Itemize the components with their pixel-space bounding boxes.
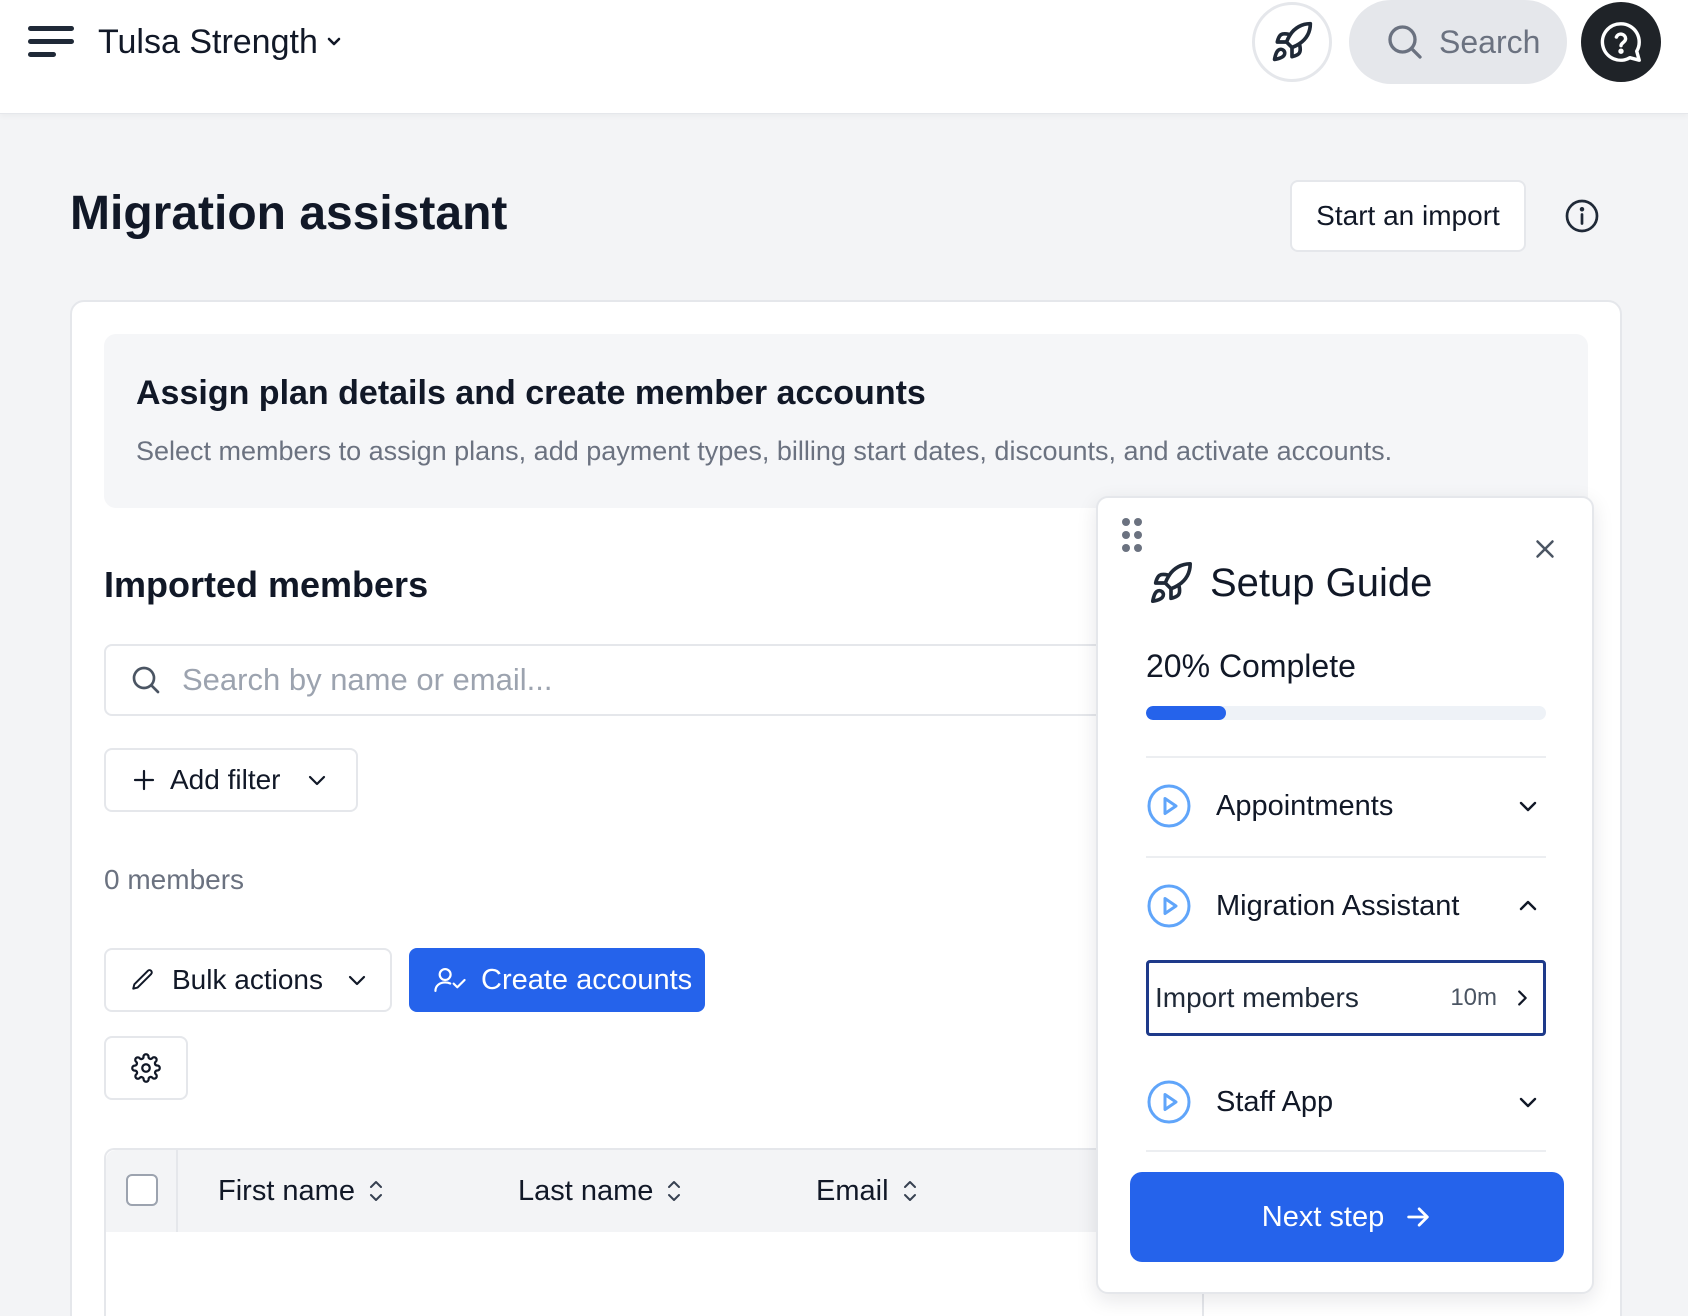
divider <box>1146 1150 1546 1152</box>
column-label: First name <box>218 1174 355 1207</box>
banner-subtitle: Select members to assign plans, add paym… <box>136 436 1393 466</box>
section-title: Imported members <box>104 564 429 605</box>
info-icon[interactable] <box>1564 198 1600 234</box>
rocket-icon <box>1150 562 1192 604</box>
help-button[interactable] <box>1581 2 1661 82</box>
menu-icon[interactable] <box>28 22 80 62</box>
arrow-right-icon <box>1407 1207 1429 1227</box>
guide-item-label: Appointments <box>1216 789 1394 822</box>
org-switcher[interactable]: Tulsa Strength <box>98 18 342 66</box>
pencil-icon <box>132 969 153 990</box>
guide-item-appointments[interactable]: Appointments <box>1146 758 1546 854</box>
next-step-button[interactable]: Next step <box>1130 1172 1564 1262</box>
guide-header: Setup Guide <box>1148 560 1432 606</box>
column-label: Email <box>816 1174 889 1207</box>
instruction-banner <box>104 334 1588 508</box>
help-chat-icon <box>1600 22 1641 62</box>
chevron-down-icon <box>1519 801 1537 812</box>
page-title: Migration assistant <box>70 187 508 240</box>
sort-icon <box>903 1181 916 1201</box>
create-accounts-button[interactable]: Create accounts <box>409 948 705 1012</box>
column-first-name[interactable]: First name <box>218 1150 385 1232</box>
add-filter-button[interactable]: Add filter <box>104 748 358 812</box>
member-count: 0 members <box>104 864 245 895</box>
chevron-down-icon <box>327 37 341 46</box>
next-step-label: Next step <box>1261 1200 1385 1233</box>
select-all-checkbox[interactable] <box>126 1174 158 1206</box>
create-accounts-label: Create accounts <box>481 963 693 996</box>
bulk-actions-label: Bulk actions <box>172 964 323 995</box>
play-circle-icon <box>1147 1080 1191 1124</box>
column-email[interactable]: Email <box>816 1150 919 1232</box>
chevron-down-icon <box>1519 1097 1537 1108</box>
table-header: First name Last name Email <box>106 1150 1202 1232</box>
sort-icon <box>668 1181 681 1201</box>
plus-icon <box>133 769 155 791</box>
member-search-field[interactable] <box>104 644 1104 716</box>
column-label: Last name <box>518 1174 654 1207</box>
add-filter-label: Add filter <box>170 764 281 795</box>
top-bar: Tulsa Strength Search <box>0 0 1688 114</box>
task-duration: 10m <box>1450 984 1497 1011</box>
rocket-icon <box>1272 21 1313 62</box>
play-circle-icon <box>1147 784 1191 828</box>
column-last-name[interactable]: Last name <box>518 1150 683 1232</box>
members-table: First name Last name Email <box>104 1148 1204 1316</box>
drag-handle-icon[interactable] <box>1120 516 1146 556</box>
play-circle-icon <box>1147 884 1191 928</box>
task-import-members[interactable]: Import members 10m <box>1146 960 1546 1036</box>
start-import-button[interactable]: Start an import <box>1290 180 1526 252</box>
bulk-actions-button[interactable]: Bulk actions <box>104 948 392 1012</box>
guide-item-label: Migration Assistant <box>1216 889 1460 922</box>
progress-bar <box>1146 706 1546 720</box>
gear-icon <box>131 1053 161 1083</box>
chevron-up-icon <box>1519 900 1537 911</box>
chevron-right-icon <box>1518 990 1527 1006</box>
banner-title: Assign plan details and create member ac… <box>136 374 926 412</box>
progress-label: 20% Complete <box>1146 648 1356 684</box>
guide-item-staff-app[interactable]: Staff App <box>1146 1054 1546 1150</box>
user-check-icon <box>434 967 466 993</box>
select-all-cell <box>106 1150 178 1232</box>
guide-item-label: Staff App <box>1216 1085 1334 1118</box>
guide-item-migration-assistant[interactable]: Migration Assistant <box>1146 858 1546 954</box>
org-name: Tulsa Strength <box>98 22 318 61</box>
setup-guide-button[interactable] <box>1252 2 1332 82</box>
global-search-label: Search <box>1439 23 1541 60</box>
setup-guide-panel: Setup Guide 20% Complete Appointments Mi… <box>1096 496 1594 1294</box>
task-label: Import members <box>1155 982 1359 1013</box>
global-search-button[interactable]: Search <box>1349 0 1567 84</box>
table-settings-button[interactable] <box>104 1036 188 1100</box>
sort-icon <box>369 1181 382 1201</box>
progress-fill <box>1146 706 1226 720</box>
search-icon <box>1388 25 1422 59</box>
guide-title: Setup Guide <box>1210 560 1433 605</box>
chevron-down-icon <box>308 775 325 786</box>
member-search-input[interactable] <box>182 662 982 698</box>
close-icon[interactable] <box>1530 534 1560 564</box>
chevron-down-icon <box>348 975 366 986</box>
search-icon <box>132 666 160 694</box>
